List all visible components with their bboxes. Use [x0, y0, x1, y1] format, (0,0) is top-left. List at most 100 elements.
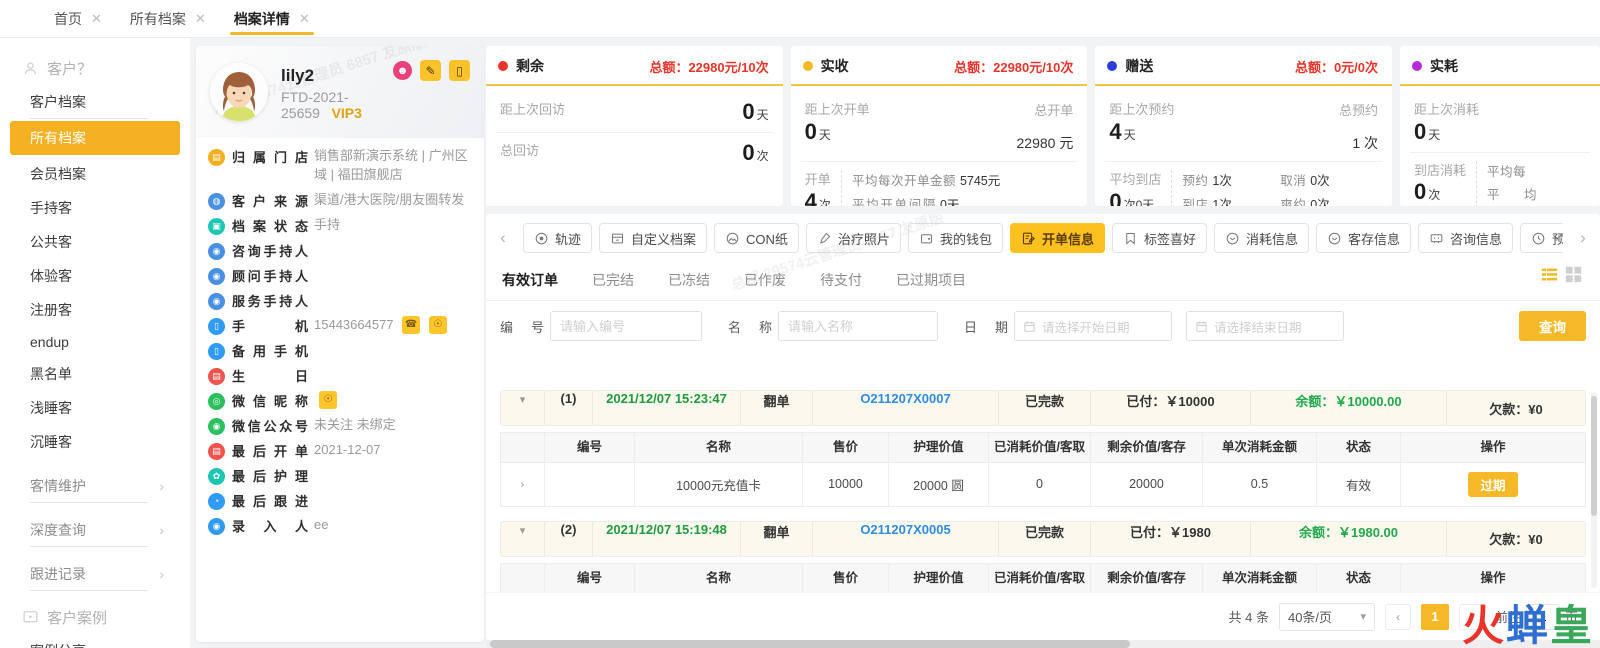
info-row-source: ◍ 客户来源 渠道/港大医院/朋友圈转发	[208, 188, 474, 213]
table-header-row: 编号 名称 售价 护理价值 已消耗价值/客取 剩余价值/客存 单次消耗金额 状态…	[500, 562, 1586, 592]
sidebar-item-deep-query[interactable]: 深度查询 ›	[0, 513, 190, 547]
sidebar-item-held-customer[interactable]: 手持客	[0, 191, 190, 225]
grid-view-icon[interactable]	[1565, 266, 1582, 283]
chip-consult-info[interactable]: 咨询信息	[1418, 223, 1514, 253]
expand-caret-icon[interactable]: ▾	[520, 525, 526, 537]
sidebar-item-member-file[interactable]: 会员档案	[0, 157, 190, 191]
chip-con-paper[interactable]: CON纸	[714, 223, 799, 253]
edit-icon[interactable]: ✎	[420, 60, 441, 81]
order-number[interactable]: O211207X0007	[860, 391, 950, 406]
sidebar-item-relationship-maintenance[interactable]: 客情维护 ›	[0, 469, 190, 503]
search-button[interactable]: 查询	[1519, 311, 1586, 341]
date-start-placeholder: 请选择开始日期	[1042, 320, 1130, 335]
sidebar-item-registered-customer[interactable]: 注册客	[0, 293, 190, 327]
date-start-picker[interactable]: 请选择开始日期	[1014, 311, 1172, 341]
prev-page-button[interactable]: ‹	[1384, 603, 1411, 630]
stat-kv-value: 1次	[1212, 174, 1232, 188]
order-debt: 欠款：¥0	[1489, 532, 1543, 548]
sidebar-item-light-sleep[interactable]: 浅睡客	[0, 391, 190, 425]
member-icon[interactable]: ☻	[393, 61, 412, 80]
chip-appointment-info[interactable]: 预约信息	[1520, 223, 1563, 253]
sidebar-item-trial-customer[interactable]: 体验客	[0, 259, 190, 293]
scrollbar-thumb[interactable]	[1591, 396, 1597, 516]
stat-kv-key: 取消	[1280, 174, 1307, 188]
stat-unit: 次	[818, 197, 831, 206]
expand-caret-icon[interactable]: ›	[521, 479, 525, 491]
tab-home[interactable]: 首页 ✕	[40, 0, 116, 37]
next-page-button[interactable]: ›	[1458, 603, 1485, 630]
chip-storage-info[interactable]: 客存信息	[1316, 223, 1412, 253]
chip-custom-file[interactable]: 自定义档案	[599, 223, 708, 253]
jump-page-input[interactable]	[1525, 603, 1560, 630]
chip-tag-preference[interactable]: 标签喜好	[1111, 223, 1207, 253]
subtab-expired-items[interactable]: 已过期项目	[884, 262, 988, 300]
sidebar-item-all-files[interactable]: 所有档案	[10, 121, 180, 155]
stat-kv-key: 到店	[1182, 197, 1209, 206]
close-icon[interactable]: ✕	[91, 11, 102, 27]
sidebar-item-case-share[interactable]: 案例分享	[0, 634, 190, 648]
sidebar-item-customer-file[interactable]: 客户档案	[0, 85, 190, 119]
page-number-1[interactable]: 1	[1420, 603, 1449, 630]
order-summary-row[interactable]: ▾ (1) 2021/12/07 15:23:47 翻单 O211207X000…	[500, 390, 1586, 426]
subtab-voided[interactable]: 已作废	[732, 262, 808, 300]
col-code: 编号	[544, 562, 635, 592]
info-row-last-order: ▤ 最后开单 2021-12-07	[208, 438, 474, 463]
chip-my-wallet[interactable]: 我的钱包	[907, 223, 1003, 253]
shop-icon: ▤	[208, 149, 225, 166]
search-name-input[interactable]	[778, 311, 938, 341]
stat-kv-key: 平均	[1487, 188, 1538, 203]
stat-unit: 天	[756, 108, 769, 122]
date-end-picker[interactable]: 请选择结束日期	[1186, 311, 1344, 341]
cell-expand[interactable]: ›	[500, 461, 545, 507]
chip-treatment-photos[interactable]: 治疗照片	[805, 223, 901, 253]
order-icon: ▤	[208, 442, 225, 460]
wechat-link-icon[interactable]: ☉	[319, 391, 337, 410]
stat-right-caption: 总预约	[1339, 103, 1379, 118]
chips-prev-button[interactable]: ‹	[490, 223, 516, 253]
vertical-scrollbar[interactable]	[1591, 392, 1597, 588]
table-row[interactable]: › 10000元充值卡 10000 20000 圆 0 20000 0.5 有效…	[500, 461, 1586, 507]
list-view-icon[interactable]	[1541, 266, 1558, 283]
order-summary-row[interactable]: ▾ (2) 2021/12/07 15:19:48 翻单 O211207X000…	[500, 520, 1586, 557]
order-scroll-area[interactable]: ▾ (1) 2021/12/07 15:23:47 翻单 O211207X000…	[486, 382, 1600, 592]
sidebar-item-blacklist[interactable]: 黑名单	[0, 357, 190, 391]
scrollbar-thumb[interactable]	[490, 640, 1130, 648]
close-icon[interactable]: ✕	[195, 11, 206, 27]
col-price: 售价	[802, 562, 889, 592]
horizontal-scrollbar[interactable]	[486, 640, 1600, 648]
subtab-valid-orders[interactable]: 有效订单	[490, 262, 580, 300]
note-icon[interactable]: ▯	[449, 60, 470, 81]
chips-next-button[interactable]: ›	[1570, 223, 1596, 253]
chip-label: CON纸	[746, 231, 788, 247]
stat-value: 0	[804, 118, 817, 144]
stat-row: 距上次预约 4天 总预约 1 次	[1105, 92, 1382, 161]
subtab-completed[interactable]: 已完结	[580, 262, 656, 300]
expire-button[interactable]: 过期	[1468, 471, 1518, 497]
subtab-label: 已冻结	[668, 272, 710, 288]
stat-caption: 到店消耗	[1414, 162, 1467, 178]
search-code-input[interactable]	[550, 311, 702, 341]
sidebar-item-public-customer[interactable]: 公共客	[0, 225, 190, 259]
close-icon[interactable]: ✕	[299, 11, 310, 27]
tab-all-files[interactable]: 所有档案 ✕	[116, 0, 220, 37]
sidebar-item-endup[interactable]: endup	[0, 327, 190, 357]
avatar	[210, 63, 268, 121]
expand-caret-icon[interactable]: ▾	[520, 394, 526, 406]
sidebar-item-follow-record[interactable]: 跟进记录 ›	[0, 557, 190, 591]
order-subtabs: 有效订单 已完结 已冻结 已作废 待支付 已过期项目	[486, 262, 1600, 301]
sidebar-item-label: 沉睡客	[30, 434, 72, 450]
call-icon[interactable]: ☎	[402, 316, 421, 335]
info-row-backup-mobile: ▯ 备用手机	[208, 338, 474, 363]
sidebar-item-deep-sleep[interactable]: 沉睡客	[0, 425, 190, 459]
info-value: 渠道/港大医院/朋友圈转发	[314, 191, 465, 207]
shield-icon[interactable]: ☉	[428, 316, 447, 335]
tab-file-detail[interactable]: 档案详情 ✕	[220, 0, 324, 37]
subtab-frozen[interactable]: 已冻结	[656, 262, 732, 300]
chip-track[interactable]: 轨迹	[523, 223, 593, 253]
chip-consumption-info[interactable]: 消耗信息	[1213, 223, 1309, 253]
chip-order-info[interactable]: 开单信息	[1009, 223, 1105, 253]
target-icon	[535, 232, 548, 244]
subtab-pending-payment[interactable]: 待支付	[808, 262, 884, 300]
page-size-select[interactable]: 40条/页 ▾	[1278, 602, 1375, 631]
order-number[interactable]: O211207X0005	[860, 522, 950, 537]
